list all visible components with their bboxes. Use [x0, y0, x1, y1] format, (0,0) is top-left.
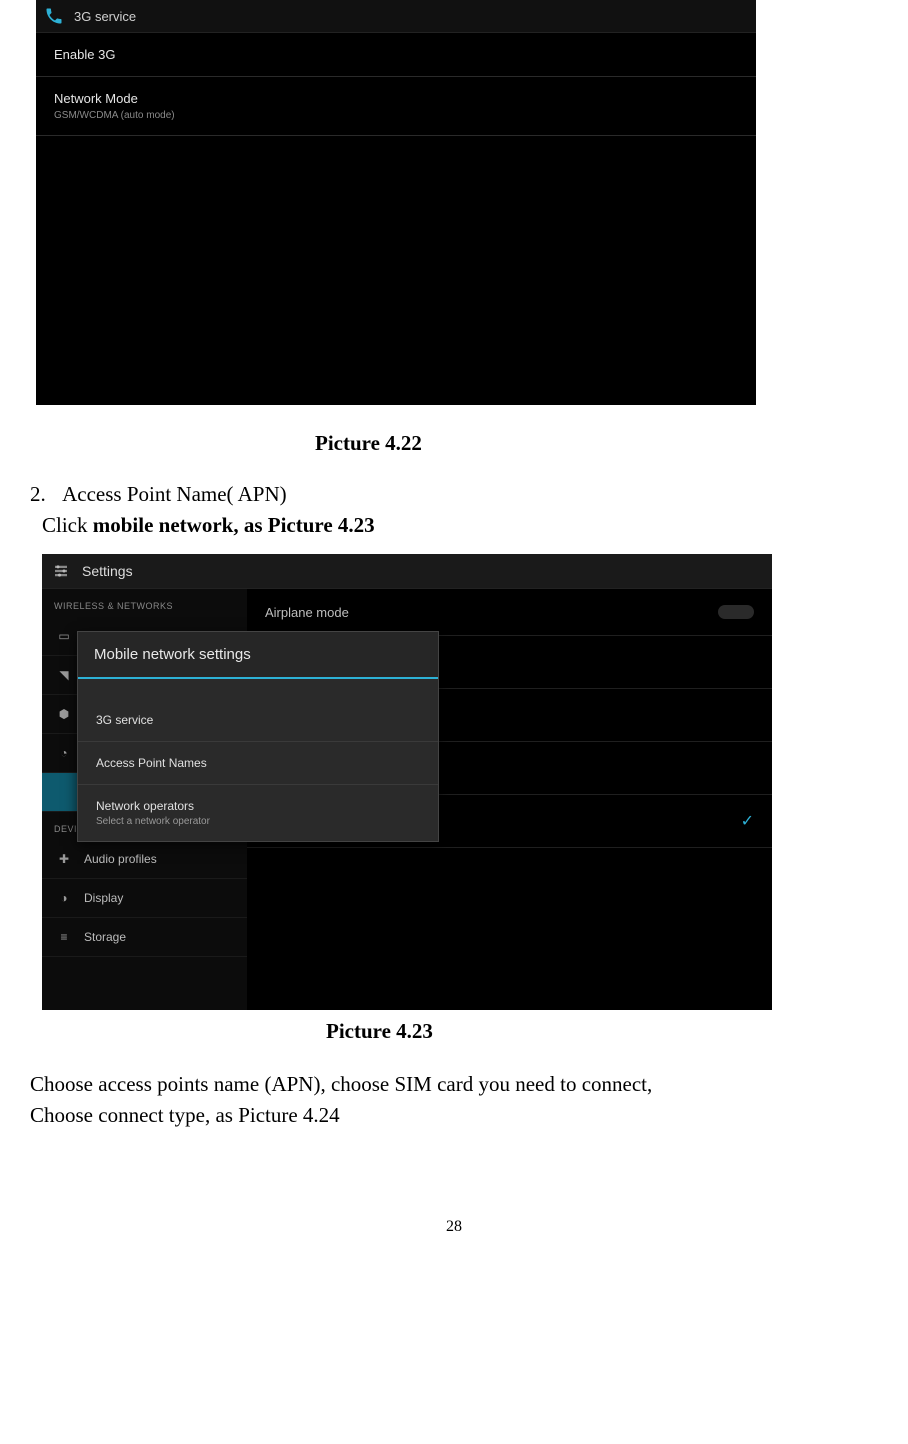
phone-icon [44, 6, 64, 26]
dialog-item-sub: Select a network operator [96, 816, 420, 827]
dialog-item-apn[interactable]: Access Point Names [78, 742, 438, 785]
storage-icon: ≡ [56, 930, 72, 944]
sidebar-item-storage[interactable]: ≡ Storage [42, 918, 247, 957]
wifi-icon: ◥ [56, 668, 72, 682]
app-bar-title: Settings [82, 563, 133, 579]
network-mode-row[interactable]: Network Mode GSM/WCDMA (auto mode) [36, 77, 756, 136]
sidebar-section-wireless: WIRELESS & NETWORKS [42, 589, 247, 617]
screenshot-body: WIRELESS & NETWORKS ▭ SIM management ◥ W… [42, 589, 772, 1010]
dialog-item-label: Access Point Names [96, 756, 207, 770]
screenshot-3g-service: 3G service Enable 3G Network Mode GSM/WC… [36, 0, 756, 405]
document-page: 3G service Enable 3G Network Mode GSM/WC… [0, 0, 908, 1276]
screenshot-settings: Settings WIRELESS & NETWORKS ▭ SIM manag… [42, 554, 772, 1009]
bluetooth-icon: ⬢ [56, 707, 72, 721]
instruction-prefix: Click [42, 513, 93, 537]
caption-4-22: Picture 4.22 [30, 431, 878, 456]
airplane-toggle[interactable] [718, 605, 754, 619]
caption-4-23: Picture 4.23 [30, 1019, 878, 1044]
data-usage-icon: ◔ [56, 746, 72, 760]
sidebar-item-audio[interactable]: ✚ Audio profiles [42, 840, 247, 879]
network-mode-label: Network Mode [54, 91, 738, 106]
sidebar-item-label: Audio profiles [84, 852, 157, 866]
check-icon: ✓ [741, 811, 754, 831]
dialog-item-network-operators[interactable]: Network operators Select a network opera… [78, 785, 438, 841]
list-number: 2. [30, 482, 58, 507]
sidebar-item-display[interactable]: ◑ Display [42, 879, 247, 918]
dialog-item-3g-service[interactable]: 3G service [78, 699, 438, 742]
screenshot-title: 3G service [74, 9, 136, 24]
page-number: 28 [30, 1218, 878, 1236]
sidebar-item-label: Display [84, 891, 123, 905]
dialog-item-label: 3G service [96, 713, 153, 727]
list-text: Access Point Name( APN) [62, 482, 287, 506]
sim-icon: ▭ [56, 629, 72, 643]
airplane-mode-label: Airplane mode [265, 605, 349, 620]
enable-3g-row[interactable]: Enable 3G [36, 33, 756, 77]
airplane-mode-row[interactable]: Airplane mode [247, 589, 772, 636]
mobile-network-dialog: Mobile network settings 3G service Acces… [77, 631, 439, 842]
list-item-2: 2. Access Point Name( APN) [30, 482, 878, 507]
paragraph-2: Choose connect type, as Picture 4.24 [30, 1103, 878, 1128]
network-mode-sub: GSM/WCDMA (auto mode) [54, 110, 738, 121]
display-icon: ◑ [56, 891, 72, 905]
dialog-title: Mobile network settings [78, 632, 438, 679]
paragraph-1: Choose access points name (APN), choose … [30, 1072, 878, 1097]
app-bar: Settings [42, 554, 772, 589]
settings-icon [52, 562, 70, 580]
instruction-bold: mobile network, as Picture 4.23 [93, 513, 375, 537]
audio-icon: ✚ [56, 852, 72, 866]
sidebar-item-label: Storage [84, 930, 126, 944]
enable-3g-label: Enable 3G [54, 47, 738, 62]
instruction-line: Click mobile network, as Picture 4.23 [42, 513, 878, 538]
screenshot-topbar: 3G service [36, 0, 756, 33]
dialog-item-label: Network operators [96, 799, 194, 813]
